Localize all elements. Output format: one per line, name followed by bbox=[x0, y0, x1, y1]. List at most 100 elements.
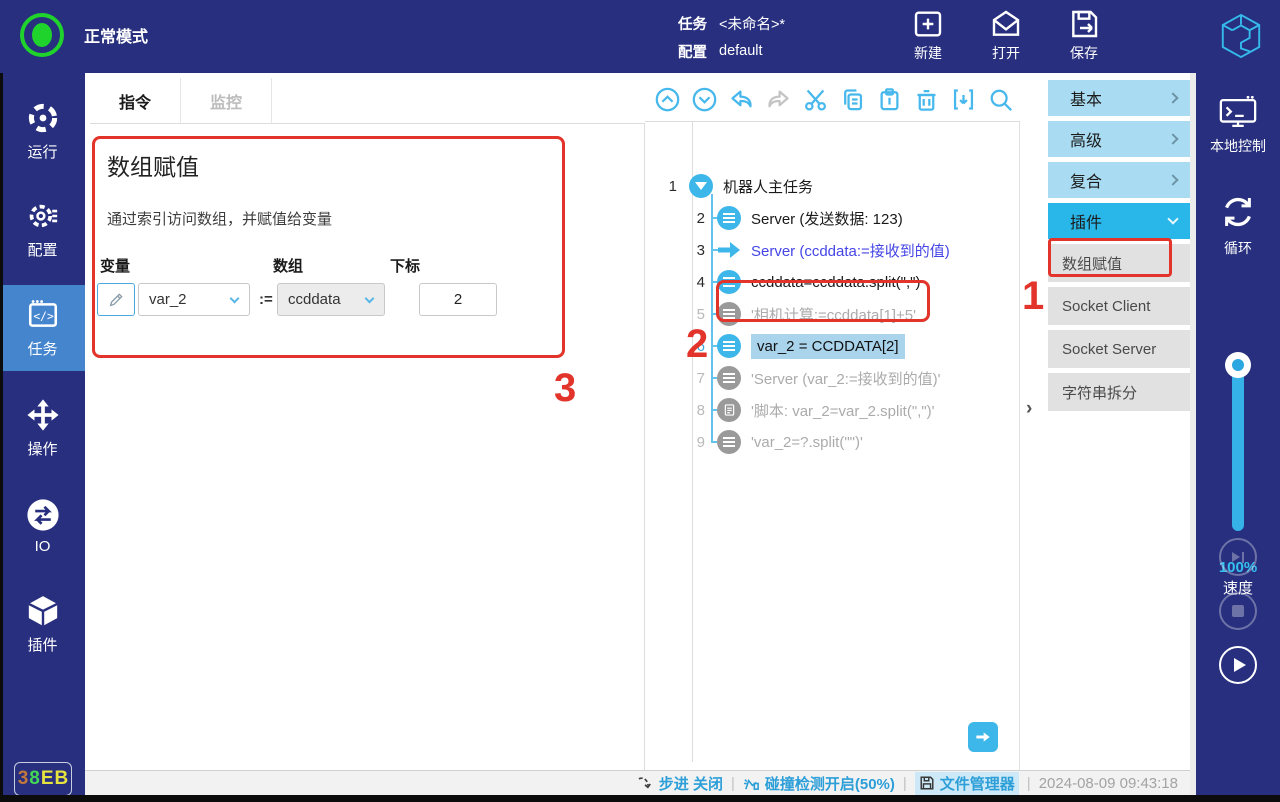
new-task-button[interactable]: 新建 bbox=[896, 8, 960, 63]
form-title: 数组赋值 bbox=[107, 148, 199, 182]
node-menu-icon bbox=[717, 206, 741, 230]
sidebar-item-task[interactable]: </> 任务 bbox=[0, 285, 85, 371]
stop-button[interactable] bbox=[1219, 592, 1257, 630]
edit-variable-button[interactable] bbox=[97, 283, 135, 316]
palette-category-advanced[interactable]: 高级 bbox=[1048, 121, 1190, 157]
sidebar-item-config[interactable]: 配置 bbox=[0, 186, 85, 272]
search-icon[interactable] bbox=[987, 86, 1014, 113]
sidebar-item-io[interactable]: IO bbox=[0, 483, 85, 569]
program-tree-panel: 1 机器人主任务 2 Server (发送数据: 123) 3 Server (… bbox=[645, 122, 1020, 770]
code-window-icon: </> bbox=[26, 298, 60, 332]
gear-icon bbox=[26, 199, 60, 233]
move-arrows-icon bbox=[26, 398, 60, 432]
redo-icon[interactable] bbox=[765, 86, 792, 113]
palette-category-compound[interactable]: 复合 bbox=[1048, 162, 1190, 198]
robot-mode-indicator: 正常模式 bbox=[20, 13, 148, 57]
node-menu-icon-disabled bbox=[717, 302, 741, 326]
tree-row-var2-split[interactable]: 9 'var_2=?.split("")' bbox=[645, 426, 1020, 458]
task-name-value: <未命名>* bbox=[719, 13, 785, 34]
open-task-button[interactable]: 打开 bbox=[974, 8, 1038, 63]
tree-row-server-send[interactable]: 2 Server (发送数据: 123) bbox=[645, 202, 1020, 234]
tree-row-main-task[interactable]: 1 机器人主任务 bbox=[645, 170, 1020, 202]
bottom-status-bar: 步进 关闭 | 碰撞检测开启(50%) | 文件管理器 | 2024-08-09… bbox=[85, 770, 1190, 795]
save-icon bbox=[1068, 8, 1100, 40]
step-arrow-icon bbox=[637, 775, 654, 792]
app-window: 正常模式 任务 <未命名>* 配置 default 新建 打开 保存 bbox=[0, 0, 1280, 802]
collapse-all-icon[interactable] bbox=[654, 86, 681, 113]
palette-category-basic[interactable]: 基本 bbox=[1048, 80, 1190, 116]
config-value: default bbox=[719, 43, 763, 59]
chevron-right-icon bbox=[1167, 174, 1178, 185]
palette-item-socket-client[interactable]: Socket Client bbox=[1048, 287, 1190, 325]
tree-row-split[interactable]: 4 ccddata=ccddata.split(",") bbox=[645, 266, 1020, 298]
program-tree-toolbar bbox=[645, 78, 1020, 122]
brand-logo-icon bbox=[1218, 11, 1264, 66]
node-menu-icon-disabled bbox=[717, 366, 741, 390]
terminal-icon bbox=[1218, 95, 1258, 131]
array-select[interactable]: ccddata bbox=[277, 283, 385, 316]
tree-row-var2-assign[interactable]: 6 var_2 = CCDDATA[2] bbox=[645, 330, 1020, 362]
collision-detect-status[interactable]: 碰撞检测开启(50%) bbox=[743, 773, 895, 794]
chevron-right-icon bbox=[1167, 92, 1178, 103]
tree-row-script[interactable]: 8 '脚本: var_2=var_2.split(",")' bbox=[645, 394, 1020, 426]
step-forward-button[interactable] bbox=[1219, 538, 1257, 576]
variable-select[interactable]: var_2 bbox=[138, 283, 250, 316]
tab-command[interactable]: 指令 bbox=[90, 78, 181, 124]
sidebar-item-plugin[interactable]: 插件 bbox=[0, 581, 85, 667]
separator: | bbox=[1027, 775, 1031, 792]
chevron-down-icon bbox=[230, 293, 240, 303]
chevron-down-icon bbox=[365, 293, 375, 303]
palette-item-array-assign[interactable]: 数组赋值 bbox=[1048, 244, 1190, 282]
chevron-right-icon bbox=[1167, 133, 1178, 144]
step-mode-status[interactable]: 步进 关闭 bbox=[637, 773, 723, 794]
stop-icon bbox=[1232, 605, 1244, 617]
array-label: 数组 bbox=[273, 255, 303, 276]
open-envelope-icon bbox=[990, 8, 1022, 40]
run-target-icon bbox=[26, 101, 60, 135]
copy-icon[interactable] bbox=[839, 86, 866, 113]
insert-node-icon[interactable] bbox=[950, 86, 977, 113]
undo-icon[interactable] bbox=[728, 86, 755, 113]
panel-expand-chevron[interactable]: › bbox=[1026, 398, 1032, 420]
config-label: 配置 bbox=[678, 41, 707, 62]
play-button[interactable] bbox=[1219, 646, 1257, 684]
mode-label: 正常模式 bbox=[84, 23, 148, 47]
status-green-icon bbox=[20, 13, 64, 57]
index-input[interactable] bbox=[419, 283, 497, 316]
speed-slider-track[interactable] bbox=[1232, 365, 1244, 531]
separator: | bbox=[903, 775, 907, 792]
tab-monitor[interactable]: 监控 bbox=[181, 78, 272, 124]
index-label: 下标 bbox=[390, 255, 420, 276]
palette-item-socket-server[interactable]: Socket Server bbox=[1048, 330, 1190, 368]
indent-right-button[interactable] bbox=[968, 722, 998, 752]
top-header-bar: 正常模式 任务 <未命名>* 配置 default 新建 打开 保存 bbox=[0, 0, 1280, 73]
palette-category-plugin[interactable]: 插件 bbox=[1048, 203, 1190, 239]
assign-symbol: := bbox=[259, 291, 273, 308]
sidebar-item-run[interactable]: 运行 bbox=[0, 88, 85, 174]
left-nav-sidebar: 运行 配置 </> 任务 操作 bbox=[0, 73, 85, 795]
loop-mode-button[interactable]: 循环 bbox=[1196, 191, 1280, 258]
delete-trash-icon[interactable] bbox=[913, 86, 940, 113]
screen-bottom-edge bbox=[0, 795, 1280, 802]
sidebar-item-operate[interactable]: 操作 bbox=[0, 385, 85, 471]
node-menu-icon bbox=[717, 270, 741, 294]
task-label: 任务 bbox=[678, 13, 707, 34]
collapse-triangle-icon[interactable] bbox=[689, 174, 713, 198]
io-exchange-icon bbox=[26, 498, 60, 532]
file-manager-button[interactable]: 文件管理器 bbox=[915, 772, 1019, 795]
node-menu-icon bbox=[717, 334, 741, 358]
tree-row-camera-calc[interactable]: 5 '相机计算:=ccddata[1]+5' bbox=[645, 298, 1020, 330]
tree-row-server-receive[interactable]: 3 Server (ccddata:=接收到的值) bbox=[645, 234, 1020, 266]
palette-item-string-split[interactable]: 字符串拆分 bbox=[1048, 373, 1190, 411]
local-control-button[interactable]: 本地控制 bbox=[1196, 95, 1280, 156]
screen-left-edge bbox=[0, 73, 3, 795]
paste-icon[interactable] bbox=[876, 86, 903, 113]
new-file-icon bbox=[912, 8, 944, 40]
speed-slider-knob[interactable] bbox=[1225, 352, 1251, 378]
node-menu-icon-disabled bbox=[717, 430, 741, 454]
tree-row-server-var2[interactable]: 7 'Server (var_2:=接收到的值)' bbox=[645, 362, 1020, 394]
save-task-button[interactable]: 保存 bbox=[1052, 8, 1116, 63]
expand-all-icon[interactable] bbox=[691, 86, 718, 113]
cut-icon[interactable] bbox=[802, 86, 829, 113]
skip-icon bbox=[1232, 552, 1245, 563]
